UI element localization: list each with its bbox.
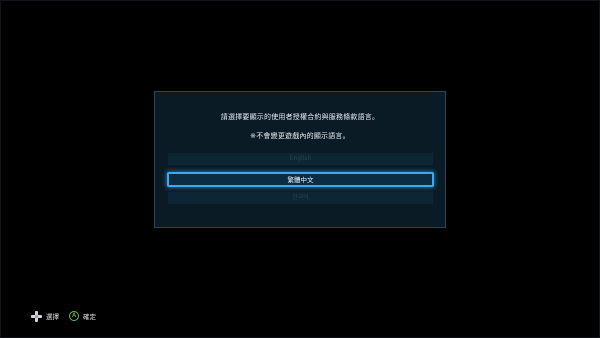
confirm-hint-label: 確定 [83, 313, 96, 321]
button-hints: 選擇 A 確定 [31, 310, 96, 322]
language-option-traditional-chinese[interactable]: 繁體中文 [167, 172, 434, 187]
language-option-english[interactable]: English [168, 153, 433, 165]
dialog-message: 請選擇要顯示的使用者授權合約與服務條款語言。 [220, 113, 380, 121]
dpad-icon [31, 310, 42, 322]
language-option-korean[interactable]: 한국어 [168, 192, 433, 204]
a-button-icon: A [69, 311, 79, 321]
language-select-dialog: 請選擇要顯示的使用者授權合約與服務條款語言。 ※不會變更遊戲內的顯示語言。 En… [154, 91, 446, 228]
select-hint-label: 選擇 [46, 313, 59, 321]
dialog-note: ※不會變更遊戲內的顯示語言。 [250, 132, 350, 140]
